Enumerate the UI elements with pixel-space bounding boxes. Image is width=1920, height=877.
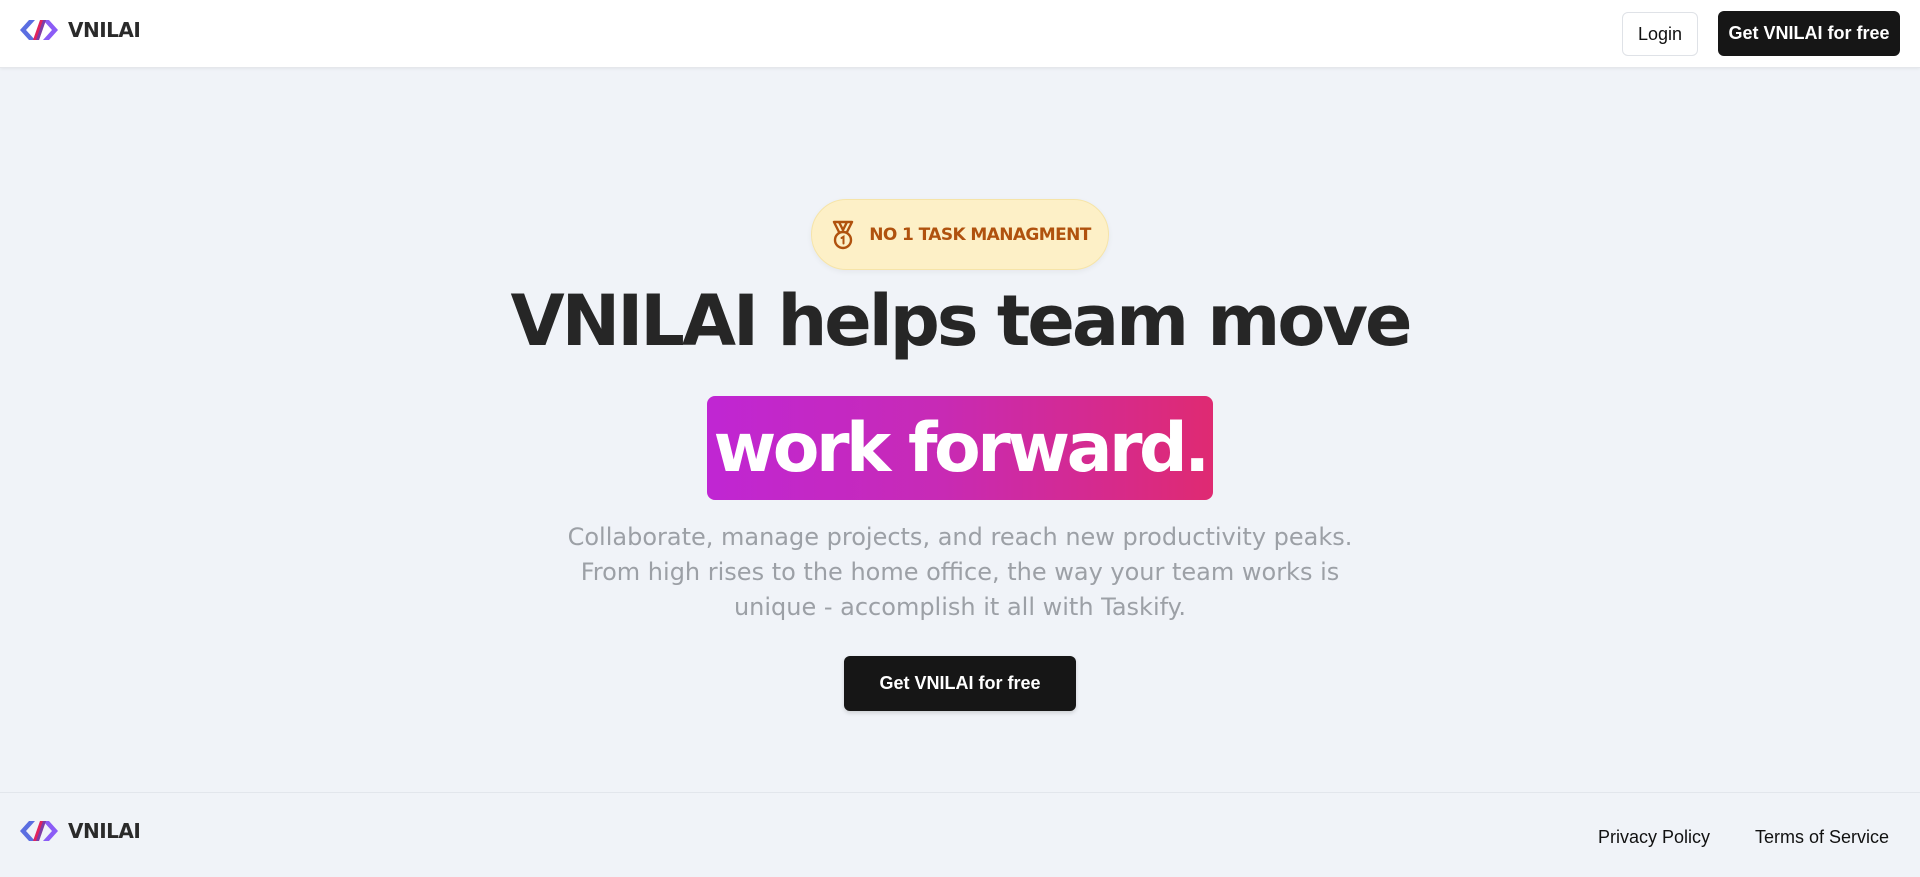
hero-subtext: Collaborate, manage projects, and reach … xyxy=(510,520,1410,625)
hero-subtext-line: unique - accomplish it all with Taskify. xyxy=(733,593,1187,621)
privacy-policy-link[interactable]: Privacy Policy xyxy=(1598,827,1710,848)
footer: VNILAI Privacy Policy Terms of Service xyxy=(0,792,1920,877)
login-button[interactable]: Login xyxy=(1622,12,1698,56)
terms-of-service-link[interactable]: Terms of Service xyxy=(1755,827,1889,848)
medal-icon xyxy=(833,220,854,249)
hero-headline: VNILAI helps team move xyxy=(510,280,1412,362)
footer-brand-logo[interactable]: VNILAI xyxy=(20,817,141,845)
logo-icon xyxy=(20,20,58,40)
footer-brand-name: VNILAI xyxy=(68,819,141,843)
get-started-button[interactable]: Get VNILAI for free xyxy=(1718,11,1900,56)
hero-highlight: work forward. xyxy=(707,396,1213,500)
brand-logo[interactable]: VNILAI xyxy=(20,16,141,44)
logo-icon xyxy=(20,821,58,841)
brand-name: VNILAI xyxy=(68,18,141,42)
top-navbar: VNILAI Login Get VNILAI for free xyxy=(0,0,1920,68)
badge-label: NO 1 TASK MANAGMENT xyxy=(869,224,1091,245)
hero-subtext-line: Collaborate, manage projects, and reach … xyxy=(567,523,1353,551)
hero-cta-button[interactable]: Get VNILAI for free xyxy=(844,656,1076,711)
hero-badge: NO 1 TASK MANAGMENT xyxy=(811,199,1109,270)
hero-subtext-line: From high rises to the home office, the … xyxy=(580,558,1340,586)
hero-highlight-text: work forward. xyxy=(713,408,1210,488)
